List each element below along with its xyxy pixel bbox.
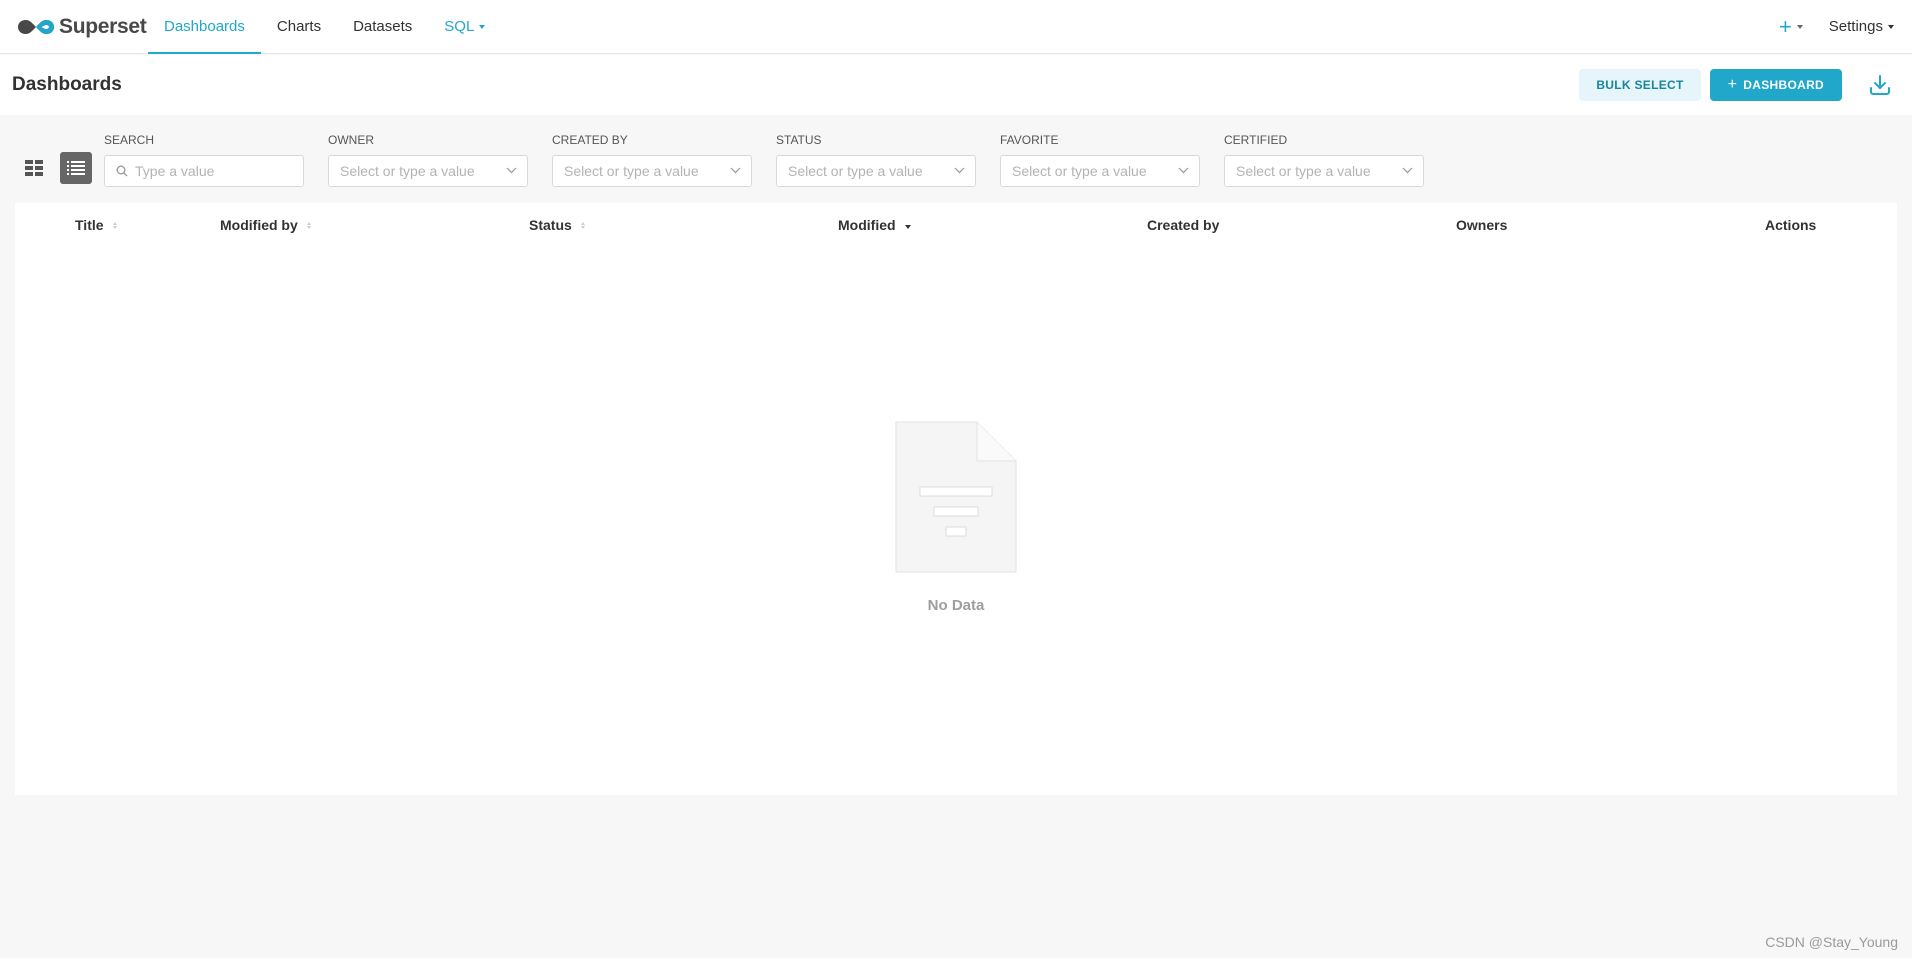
bulk-select-button[interactable]: BULK SELECT bbox=[1579, 69, 1701, 101]
owner-select-placeholder: Select or type a value bbox=[340, 163, 475, 179]
column-title-label: Title bbox=[75, 217, 104, 233]
page-title: Dashboards bbox=[12, 74, 122, 95]
brand-name: Superset bbox=[59, 14, 147, 38]
chevron-down-icon bbox=[1178, 167, 1189, 174]
page-header: Dashboards BULK SELECT + DASHBOARD bbox=[0, 55, 1912, 115]
filter-search-label: SEARCH bbox=[104, 133, 155, 147]
sort-desc-icon bbox=[904, 221, 911, 229]
column-header-modified[interactable]: Modified bbox=[838, 217, 911, 233]
column-actions-label: Actions bbox=[1765, 217, 1817, 233]
list-icon bbox=[67, 161, 85, 175]
column-header-actions: Actions bbox=[1765, 217, 1816, 233]
nav-datasets[interactable]: Datasets bbox=[337, 0, 428, 53]
grid-icon bbox=[25, 160, 43, 176]
filter-certified-label: CERTIFIED bbox=[1224, 133, 1288, 147]
filter-created-by: CREATED BY Select or type a value bbox=[552, 133, 752, 187]
column-created-by-label: Created by bbox=[1147, 217, 1220, 233]
chevron-down-icon bbox=[954, 167, 965, 174]
created-by-select-placeholder: Select or type a value bbox=[564, 163, 699, 179]
nav-sql-label: SQL bbox=[444, 18, 475, 35]
nav-datasets-label: Datasets bbox=[353, 18, 413, 35]
nav-charts-label: Charts bbox=[276, 18, 322, 35]
nav-sql-menu[interactable]: SQL bbox=[428, 0, 501, 53]
column-header-title[interactable]: Title bbox=[75, 217, 117, 233]
superset-logo-icon bbox=[18, 19, 54, 34]
search-input[interactable] bbox=[135, 163, 285, 179]
plus-icon: + bbox=[1727, 76, 1738, 93]
caret-down-icon bbox=[1796, 24, 1803, 29]
filter-favorite-label: FAVORITE bbox=[1000, 133, 1059, 147]
certified-select-placeholder: Select or type a value bbox=[1236, 163, 1371, 179]
filter-owner: OWNER Select or type a value bbox=[328, 133, 528, 187]
favorite-select[interactable]: Select or type a value bbox=[1000, 155, 1200, 187]
empty-state: No Data bbox=[15, 421, 1897, 614]
certified-select[interactable]: Select or type a value bbox=[1224, 155, 1424, 187]
settings-menu[interactable]: Settings bbox=[1829, 18, 1894, 35]
column-modified-label: Modified bbox=[838, 217, 896, 233]
chevron-down-icon bbox=[506, 167, 517, 174]
search-icon bbox=[116, 165, 128, 177]
sort-icon bbox=[112, 221, 117, 229]
column-header-owners: Owners bbox=[1456, 217, 1507, 233]
top-navbar: Superset Dashboards Charts Datasets SQL … bbox=[0, 0, 1912, 54]
filter-certified: CERTIFIED Select or type a value bbox=[1224, 133, 1424, 187]
superset-logo[interactable]: Superset bbox=[0, 0, 148, 53]
filter-favorite: FAVORITE Select or type a value bbox=[1000, 133, 1200, 187]
empty-document-icon bbox=[895, 421, 1017, 573]
table-header: Title Modified by Status Modified Create… bbox=[15, 203, 1897, 247]
dashboards-table: Title Modified by Status Modified Create… bbox=[15, 203, 1897, 795]
add-dashboard-label: DASHBOARD bbox=[1743, 78, 1824, 92]
status-select[interactable]: Select or type a value bbox=[776, 155, 976, 187]
nav-dashboards-label: Dashboards bbox=[164, 18, 245, 35]
filter-created-by-label: CREATED BY bbox=[552, 133, 628, 147]
view-mode-toggle bbox=[18, 152, 92, 184]
sort-icon bbox=[580, 221, 585, 229]
filter-status-label: STATUS bbox=[776, 133, 822, 147]
chevron-down-icon bbox=[1402, 167, 1413, 174]
list-view-button[interactable] bbox=[60, 152, 92, 184]
new-item-menu[interactable]: + bbox=[1779, 14, 1803, 40]
import-download-icon[interactable] bbox=[1868, 73, 1892, 97]
settings-label: Settings bbox=[1828, 18, 1883, 35]
caret-down-icon bbox=[1888, 24, 1894, 29]
caret-down-icon bbox=[479, 24, 486, 29]
created-by-select[interactable]: Select or type a value bbox=[552, 155, 752, 187]
column-owners-label: Owners bbox=[1456, 217, 1508, 233]
column-header-modified-by[interactable]: Modified by bbox=[220, 217, 311, 233]
plus-icon: + bbox=[1778, 13, 1792, 39]
filter-search: SEARCH bbox=[104, 133, 304, 187]
search-box[interactable] bbox=[104, 155, 304, 187]
sort-icon bbox=[306, 221, 311, 229]
filter-owner-label: OWNER bbox=[328, 133, 374, 147]
column-status-label: Status bbox=[529, 217, 572, 233]
nav-charts[interactable]: Charts bbox=[261, 0, 337, 53]
column-header-status[interactable]: Status bbox=[529, 217, 585, 233]
empty-state-text: No Data bbox=[927, 597, 985, 614]
card-view-button[interactable] bbox=[18, 152, 50, 184]
watermark: CSDN @Stay_Young bbox=[1765, 934, 1898, 950]
filter-status: STATUS Select or type a value bbox=[776, 133, 976, 187]
column-modified-by-label: Modified by bbox=[220, 217, 298, 233]
chevron-down-icon bbox=[730, 167, 741, 174]
favorite-select-placeholder: Select or type a value bbox=[1012, 163, 1147, 179]
filters-bar: SEARCH OWNER Select or type a value CREA… bbox=[0, 115, 1912, 203]
status-select-placeholder: Select or type a value bbox=[788, 163, 923, 179]
column-header-created-by: Created by bbox=[1147, 217, 1219, 233]
nav-dashboards[interactable]: Dashboards bbox=[148, 0, 261, 54]
main-nav: Dashboards Charts Datasets SQL bbox=[148, 0, 501, 54]
owner-select[interactable]: Select or type a value bbox=[328, 155, 528, 187]
add-dashboard-button[interactable]: + DASHBOARD bbox=[1709, 69, 1842, 101]
